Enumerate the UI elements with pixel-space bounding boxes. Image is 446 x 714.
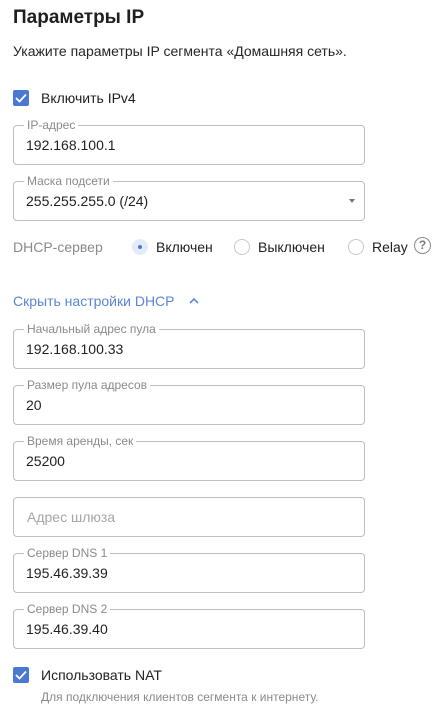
hide-dhcp-settings-link[interactable]: Скрыть настройки DHCP (13, 293, 199, 309)
question-circle-icon[interactable]: ? (414, 237, 431, 254)
dns2-label: Сервер DNS 2 (24, 602, 111, 616)
dhcp-server-row: DHCP-сервер Включен Выключен Relay ? (13, 237, 433, 257)
dns1-field[interactable]: Сервер DNS 1 195.46.39.39 (13, 546, 365, 593)
ipv4-label: Включить IPv4 (41, 90, 136, 106)
checkmark-icon (15, 670, 27, 680)
chevron-up-icon (188, 297, 199, 304)
lease-time-label: Время аренды, сек (24, 434, 137, 448)
pool-size-value[interactable]: 20 (26, 397, 42, 413)
dhcp-server-label: DHCP-сервер (13, 239, 103, 255)
subnet-mask-value[interactable]: 255.255.255.0 (/24) (26, 193, 148, 209)
dns2-field[interactable]: Сервер DNS 2 195.46.39.40 (13, 602, 365, 649)
dhcp-radio-enabled[interactable] (132, 239, 148, 255)
dns2-value[interactable]: 195.46.39.40 (26, 621, 108, 637)
subnet-mask-label: Маска подсети (24, 174, 113, 188)
ip-address-value[interactable]: 192.168.100.1 (26, 137, 116, 153)
ip-address-label: IP-адрес (24, 118, 79, 132)
dns1-value[interactable]: 195.46.39.39 (26, 565, 108, 581)
lease-time-field[interactable]: Время аренды, сек 25200 (13, 434, 365, 481)
gateway-placeholder[interactable]: Адрес шлюза (27, 509, 115, 525)
ipv4-checkbox[interactable] (13, 90, 29, 106)
pool-size-label: Размер пула адресов (24, 378, 151, 392)
pool-start-label: Начальный адрес пула (24, 322, 159, 336)
ip-address-field[interactable]: IP-адрес 192.168.100.1 (13, 118, 365, 165)
pool-start-field[interactable]: Начальный адрес пула 192.168.100.33 (13, 322, 365, 369)
dhcp-radio-enabled-label[interactable]: Включен (156, 239, 213, 255)
pool-size-field[interactable]: Размер пула адресов 20 (13, 378, 365, 425)
ipv4-toggle[interactable]: Включить IPv4 (13, 90, 136, 106)
nat-hint: Для подключения клиентов сегмента к инте… (41, 690, 319, 704)
pool-start-value[interactable]: 192.168.100.33 (26, 341, 123, 357)
dhcp-radio-disabled[interactable] (234, 239, 250, 255)
subnet-mask-select[interactable]: Маска подсети 255.255.255.0 (/24) (13, 174, 365, 221)
nat-checkbox[interactable] (13, 667, 29, 683)
dns1-label: Сервер DNS 1 (24, 546, 111, 560)
lease-time-value[interactable]: 25200 (26, 453, 65, 469)
gateway-field[interactable]: Адрес шлюза (13, 497, 365, 537)
dhcp-radio-relay[interactable] (348, 239, 364, 255)
nat-toggle[interactable]: Использовать NAT (13, 667, 162, 683)
page-title: Параметры IP (13, 7, 145, 28)
nat-label: Использовать NAT (41, 667, 162, 683)
chevron-down-icon[interactable] (349, 199, 355, 203)
checkmark-icon (15, 93, 27, 103)
dhcp-radio-disabled-label[interactable]: Выключен (258, 239, 325, 255)
hide-dhcp-settings-label: Скрыть настройки DHCP (13, 293, 175, 309)
page-subtitle: Укажите параметры IP сегмента «Домашняя … (13, 43, 347, 59)
dhcp-radio-relay-label[interactable]: Relay (372, 239, 408, 255)
